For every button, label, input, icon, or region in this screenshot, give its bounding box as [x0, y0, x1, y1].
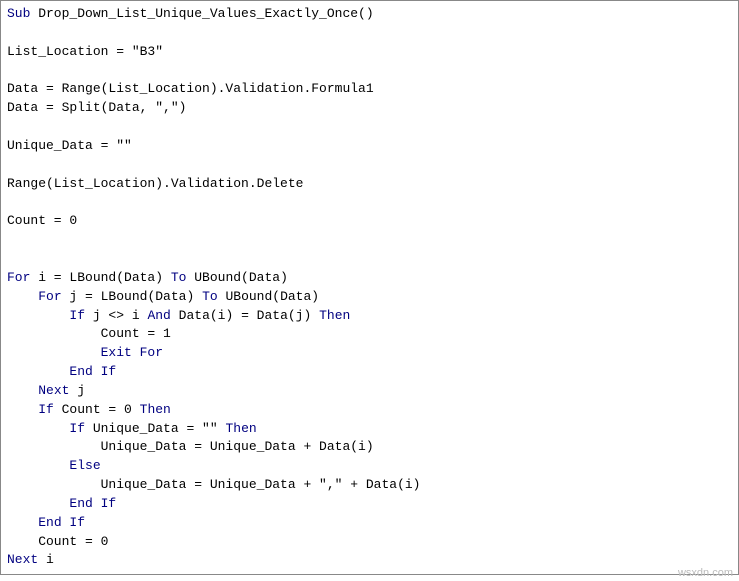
indent [7, 458, 69, 473]
code-line: Count = 1 [7, 326, 171, 341]
indent [7, 515, 38, 530]
indent [7, 383, 38, 398]
keyword-for: For [38, 289, 61, 304]
keyword-then: Then [140, 402, 171, 417]
code-text: Data(i) = Data(j) [171, 308, 319, 323]
watermark-text: wsxdn.com [678, 567, 733, 579]
keyword-exit-for: Exit For [101, 345, 163, 360]
keyword-if: If [38, 402, 54, 417]
keyword-then: Then [225, 421, 256, 436]
code-text: i = LBound(Data) [30, 270, 170, 285]
code-line: Range(List_Location).Validation.Delete [7, 176, 303, 191]
code-line: Unique_Data = Unique_Data + Data(i) [7, 439, 374, 454]
code-line: Count = 0 [7, 213, 77, 228]
code-text: j [69, 383, 85, 398]
code-text: j <> i [85, 308, 147, 323]
vba-code-block: Sub Drop_Down_List_Unique_Values_Exactly… [0, 0, 739, 575]
indent [7, 402, 38, 417]
code-text: UBound(Data) [218, 289, 319, 304]
keyword-if: If [69, 421, 85, 436]
proc-name: Drop_Down_List_Unique_Values_Exactly_Onc… [30, 6, 373, 21]
keyword-sub: Sub [7, 6, 30, 21]
keyword-else: Else [69, 458, 100, 473]
code-line: Count = 0 [7, 534, 108, 549]
code-text: UBound(Data) [186, 270, 287, 285]
indent [7, 345, 101, 360]
keyword-to: To [202, 289, 218, 304]
keyword-and: And [147, 308, 170, 323]
code-line: Data = Split(Data, ",") [7, 100, 186, 115]
code-line: Data = Range(List_Location).Validation.F… [7, 81, 374, 96]
keyword-for: For [7, 270, 30, 285]
code-line: Unique_Data = "" [7, 138, 132, 153]
code-text: Unique_Data = "" [85, 421, 225, 436]
indent [7, 289, 38, 304]
code-text: Count = 0 [54, 402, 140, 417]
keyword-end-if: End If [38, 515, 85, 530]
keyword-end-if: End If [69, 364, 116, 379]
code-text: i [38, 552, 54, 567]
indent [7, 364, 69, 379]
indent [7, 496, 69, 511]
indent [7, 308, 69, 323]
keyword-then: Then [319, 308, 350, 323]
code-line: Unique_Data = Unique_Data + "," + Data(i… [7, 477, 420, 492]
keyword-next: Next [7, 552, 38, 567]
keyword-to: To [171, 270, 187, 285]
code-text: j = LBound(Data) [62, 289, 202, 304]
keyword-next: Next [38, 383, 69, 398]
keyword-end-if: End If [69, 496, 116, 511]
indent [7, 421, 69, 436]
keyword-if: If [69, 308, 85, 323]
code-line: List_Location = "B3" [7, 44, 163, 59]
